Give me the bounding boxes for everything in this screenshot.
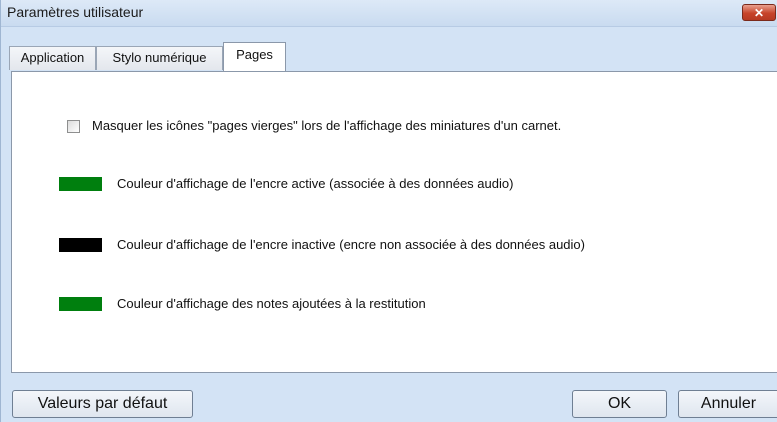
tab-label: Pages [236, 47, 273, 62]
ok-button[interactable]: OK [572, 390, 667, 418]
tab-label: Application [20, 50, 85, 65]
button-label: Valeurs par défaut [37, 395, 168, 412]
close-button[interactable]: ✕ [742, 4, 776, 21]
dialog-title: Paramètres utilisateur [7, 4, 144, 20]
restore-defaults-button[interactable]: Valeurs par défaut [12, 390, 193, 418]
title-bar[interactable]: Paramètres utilisateur ✕ [1, 0, 777, 27]
inactive-ink-color-swatch[interactable] [59, 238, 102, 252]
tab-application[interactable]: Application [9, 46, 96, 70]
inactive-ink-color-label: Couleur d'affichage de l'encre inactive … [117, 237, 585, 252]
pages-tab-panel: Masquer les icônes "pages vierges" lors … [11, 71, 777, 373]
tab-label: Stylo numérique [112, 50, 207, 65]
added-notes-color-swatch[interactable] [59, 297, 102, 311]
added-notes-color-label: Couleur d'affichage des notes ajoutées à… [117, 296, 426, 311]
button-label: OK [607, 395, 632, 412]
hide-blank-pages-checkbox[interactable] [67, 120, 80, 133]
active-ink-color-label: Couleur d'affichage de l'encre active (a… [117, 176, 514, 191]
close-icon: ✕ [753, 6, 765, 20]
cancel-button[interactable]: Annuler [678, 390, 777, 418]
tab-pages[interactable]: Pages [223, 42, 286, 71]
user-settings-dialog: Paramètres utilisateur ✕ Application Sty… [0, 0, 777, 422]
hide-blank-pages-label[interactable]: Masquer les icônes "pages vierges" lors … [92, 118, 561, 133]
button-label: Annuler [700, 395, 757, 412]
active-ink-color-swatch[interactable] [59, 177, 102, 191]
tab-stylo-numerique[interactable]: Stylo numérique [96, 46, 223, 70]
